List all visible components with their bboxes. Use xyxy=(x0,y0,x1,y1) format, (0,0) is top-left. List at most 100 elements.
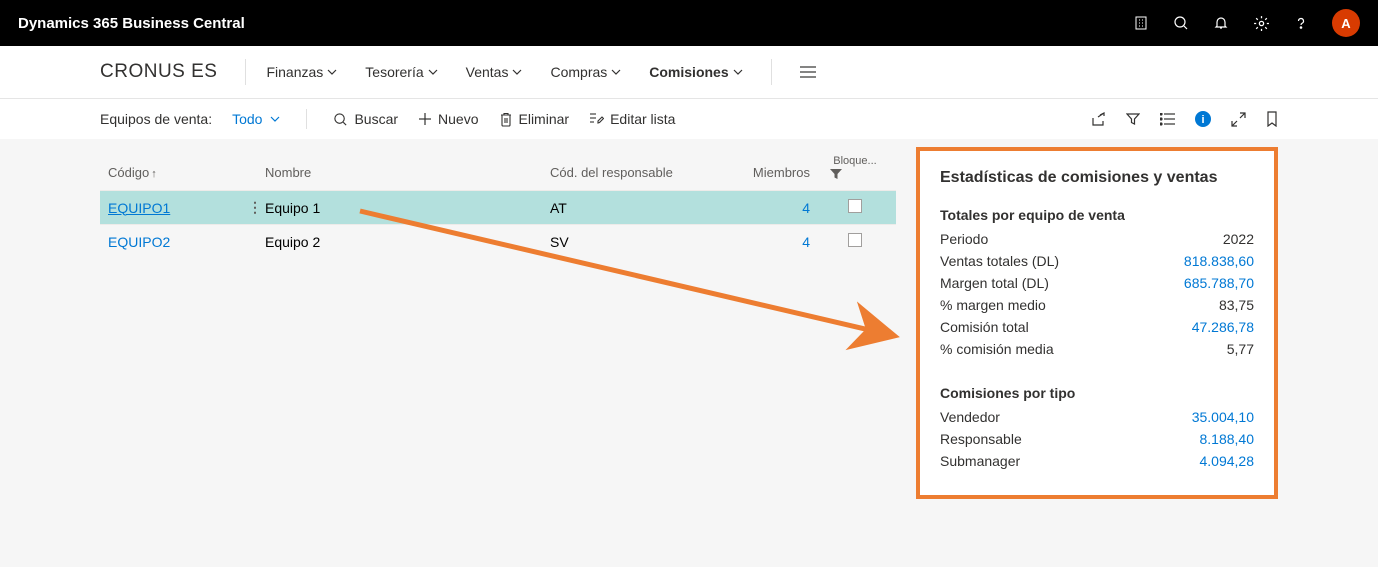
divider xyxy=(771,59,772,85)
nav-item-tesorería[interactable]: Tesorería xyxy=(365,64,437,80)
table-row[interactable]: EQUIPO1 ⋮Equipo 1AT4 xyxy=(100,190,896,224)
row-nombre: Equipo 1 xyxy=(265,200,550,216)
stat-value[interactable]: 8.188,40 xyxy=(1200,431,1255,447)
header-codigo[interactable]: Código↑ xyxy=(100,165,265,180)
row-bloque-checkbox[interactable] xyxy=(848,233,862,247)
stat-value: 2022 xyxy=(1223,231,1254,247)
stat-value[interactable]: 818.838,60 xyxy=(1184,253,1254,269)
chevron-down-icon xyxy=(733,69,743,75)
header-miembros[interactable]: Miembros xyxy=(750,165,830,180)
edit-list-icon xyxy=(589,112,604,126)
bell-icon[interactable] xyxy=(1212,14,1230,32)
chevron-down-icon xyxy=(611,69,621,75)
edit-list-button[interactable]: Editar lista xyxy=(589,111,675,127)
stat-row: Comisión total 47.286,78 xyxy=(940,319,1254,335)
filter-icon[interactable] xyxy=(1126,112,1140,126)
edit-list-label: Editar lista xyxy=(610,111,675,127)
stat-row: % margen medio83,75 xyxy=(940,297,1254,313)
chevron-down-icon xyxy=(512,69,522,75)
gear-icon[interactable] xyxy=(1252,14,1270,32)
header-nombre[interactable]: Nombre xyxy=(265,165,550,180)
stat-row: % comisión media 5,77 xyxy=(940,341,1254,357)
stat-row: Vendedor35.004,10 xyxy=(940,409,1254,425)
stat-value[interactable]: 35.004,10 xyxy=(1192,409,1254,425)
row-miembros: 4 xyxy=(750,200,830,216)
expand-icon[interactable] xyxy=(1231,112,1246,127)
stats-panel: Estadísticas de comisiones y ventas Tota… xyxy=(916,147,1278,499)
top-header: Dynamics 365 Business Central A xyxy=(0,0,1378,46)
list-icon[interactable] xyxy=(1160,113,1175,126)
stat-value[interactable]: 4.094,28 xyxy=(1200,453,1255,469)
nav-item-label: Comisiones xyxy=(649,64,728,80)
search-button[interactable]: Buscar xyxy=(333,111,398,127)
table-container: Código↑ Nombre Cód. del responsable Miem… xyxy=(100,147,896,499)
row-bloque-cell xyxy=(830,199,880,216)
stat-label: Margen total (DL) xyxy=(940,275,1049,291)
row-code-link[interactable]: EQUIPO1 xyxy=(108,200,170,216)
divider xyxy=(245,59,246,85)
search-label: Buscar xyxy=(354,111,398,127)
nav-item-label: Finanzas xyxy=(266,64,323,80)
plus-icon xyxy=(418,112,432,126)
building-icon[interactable] xyxy=(1132,14,1150,32)
stat-label: Responsable xyxy=(940,431,1022,447)
stat-value[interactable]: 47.286,78 xyxy=(1192,319,1254,335)
row-responsable: AT xyxy=(550,200,750,216)
nav-item-comisiones[interactable]: Comisiones xyxy=(649,64,742,80)
content-area: Código↑ Nombre Cód. del responsable Miem… xyxy=(0,139,1378,499)
nav-item-label: Tesorería xyxy=(365,64,423,80)
nav-item-ventas[interactable]: Ventas xyxy=(466,64,523,80)
hamburger-icon[interactable] xyxy=(800,66,816,78)
table-row[interactable]: EQUIPO2Equipo 2SV4 xyxy=(100,224,896,258)
app-title: Dynamics 365 Business Central xyxy=(18,15,245,32)
header-bloque[interactable]: Bloque... xyxy=(830,155,880,180)
nav-item-label: Compras xyxy=(550,64,607,80)
row-responsable: SV xyxy=(550,234,750,250)
share-icon[interactable] xyxy=(1090,112,1106,127)
stat-label: % comisión media xyxy=(940,341,1054,357)
toolbar: Equipos de venta: Todo Buscar Nuevo Elim… xyxy=(0,99,1378,139)
nav-item-compras[interactable]: Compras xyxy=(550,64,621,80)
search-icon xyxy=(333,112,348,127)
stats-section1-title: Totales por equipo de venta xyxy=(940,207,1254,223)
stat-label: Comisión total xyxy=(940,319,1029,335)
header-responsable[interactable]: Cód. del responsable xyxy=(550,165,750,180)
stat-row: Responsable 8.188,40 xyxy=(940,431,1254,447)
divider xyxy=(306,109,307,129)
company-name[interactable]: CRONUS ES xyxy=(100,61,217,83)
row-more-icon[interactable]: ⋮ xyxy=(245,199,265,216)
nav-bar: CRONUS ES Finanzas Tesorería Ventas Compras… xyxy=(0,46,1378,99)
toolbar-right: i xyxy=(1090,111,1278,127)
filter-toggle-label: Todo xyxy=(232,111,262,127)
avatar[interactable]: A xyxy=(1332,9,1360,37)
svg-text:i: i xyxy=(1201,114,1204,126)
new-button[interactable]: Nuevo xyxy=(418,111,478,127)
search-icon[interactable] xyxy=(1172,14,1190,32)
row-code-link[interactable]: EQUIPO2 xyxy=(108,234,170,250)
chevron-down-icon xyxy=(428,69,438,75)
bookmark-icon[interactable] xyxy=(1266,111,1278,127)
info-icon[interactable]: i xyxy=(1195,111,1211,127)
delete-button[interactable]: Eliminar xyxy=(499,111,570,127)
filter-icon xyxy=(830,169,842,180)
help-icon[interactable] xyxy=(1292,14,1310,32)
stat-label: Periodo xyxy=(940,231,988,247)
stat-row: Ventas totales (DL) 818.838,60 xyxy=(940,253,1254,269)
stat-value: 5,77 xyxy=(1227,341,1254,357)
chevron-down-icon xyxy=(327,69,337,75)
table-header: Código↑ Nombre Cód. del responsable Miem… xyxy=(100,147,896,190)
header-icons: A xyxy=(1132,9,1360,37)
toolbar-left: Equipos de venta: Todo Buscar Nuevo Elim… xyxy=(100,109,675,129)
nav-item-finanzas[interactable]: Finanzas xyxy=(266,64,337,80)
nav-item-label: Ventas xyxy=(466,64,509,80)
sort-arrow-icon: ↑ xyxy=(151,168,157,180)
stat-value[interactable]: 685.788,70 xyxy=(1184,275,1254,291)
row-miembros: 4 xyxy=(750,234,830,250)
page-label: Equipos de venta: xyxy=(100,111,212,127)
stat-label: % margen medio xyxy=(940,297,1046,313)
stat-label: Submanager xyxy=(940,453,1020,469)
row-bloque-checkbox[interactable] xyxy=(848,199,862,213)
filter-toggle[interactable]: Todo xyxy=(232,111,280,127)
stat-label: Ventas totales (DL) xyxy=(940,253,1059,269)
stat-row: Submanager 4.094,28 xyxy=(940,453,1254,469)
